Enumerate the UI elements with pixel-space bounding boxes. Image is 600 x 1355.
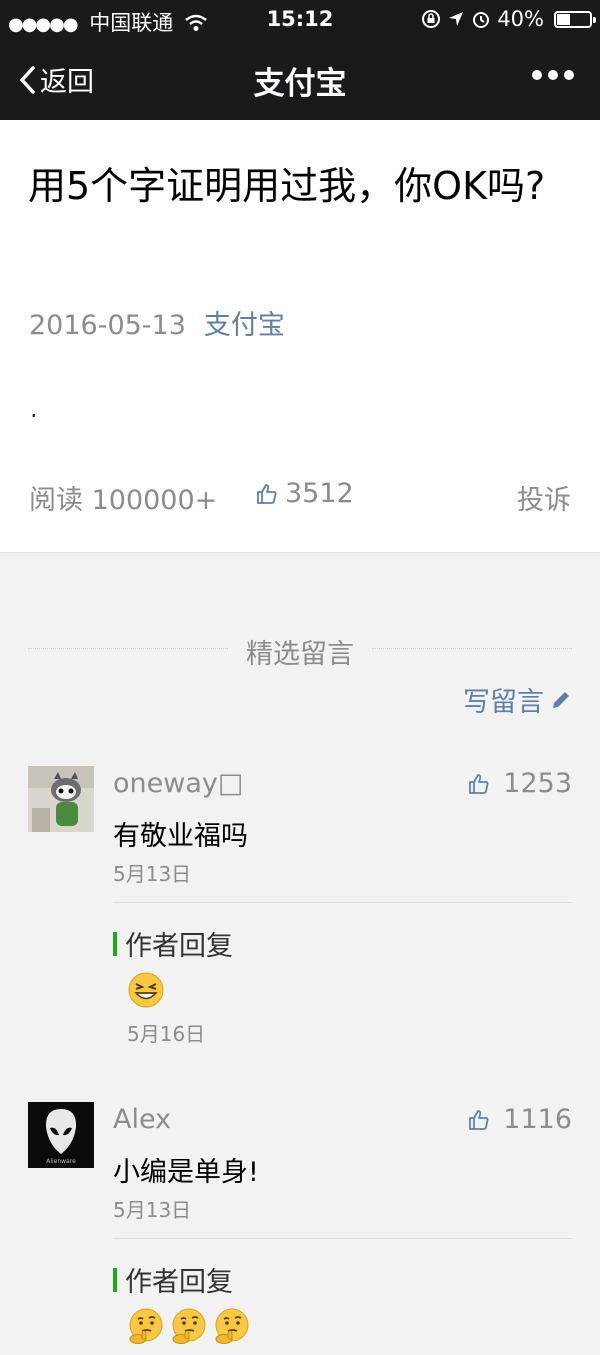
reply-divider [113, 902, 572, 903]
write-comment-button[interactable]: 写留言 [463, 680, 572, 719]
report-link[interactable]: 投诉 [517, 478, 571, 517]
article-meta: 2016-05-13 支付宝 [29, 303, 285, 342]
status-right: 40% [421, 7, 596, 31]
comment-nickname: oneway□ [113, 768, 244, 799]
comment-date: 5月13日 [113, 862, 192, 886]
reply-divider [113, 1238, 572, 1239]
author-reply-label: 作者回复 [113, 924, 233, 963]
article-title: 用5个字证明用过我，你OK吗? [28, 164, 546, 208]
article-like-button[interactable]: 3512 [255, 478, 354, 509]
author-reply-date: 5月16日 [127, 1022, 206, 1046]
article-card: 用5个字证明用过我，你OK吗? 2016-05-13 支付宝 . 阅读 10000… [0, 120, 600, 553]
author-reply-title: 作者回复 [125, 931, 233, 962]
alarm-icon [473, 12, 490, 28]
more-options-icon[interactable] [532, 70, 574, 80]
avatar[interactable] [28, 766, 94, 832]
thinking-face-icon [172, 1308, 206, 1344]
author-reply-content [127, 971, 165, 1009]
article-date: 2016-05-13 [29, 310, 186, 341]
article-stats: 阅读 100000+ 3512 投诉 [29, 478, 571, 517]
thinking-face-icon [215, 1308, 249, 1344]
author-reply-label: 作者回复 [113, 1260, 233, 1299]
navigation-bar: 返回 支付宝 [0, 40, 600, 120]
battery-icon [554, 10, 596, 28]
comments-section-title: 精选留言 [246, 639, 354, 670]
comment-like-button[interactable]: 1116 [467, 1104, 572, 1135]
pencil-icon [553, 691, 569, 708]
page-title: 支付宝 [253, 66, 347, 102]
comment-text: 有敬业福吗 [113, 821, 248, 852]
write-comment-label: 写留言 [463, 687, 544, 718]
article-like-count: 3512 [285, 478, 354, 509]
thumbs-up-icon [257, 483, 277, 504]
author-reply-title: 作者回复 [125, 1267, 233, 1298]
grinning-squint-face-icon [128, 972, 164, 1008]
location-arrow-icon [449, 12, 464, 26]
author-reply-content [127, 1307, 251, 1345]
thumbs-up-icon [469, 1109, 489, 1130]
battery-percent: 40% [497, 7, 544, 31]
article-body: . [30, 395, 38, 423]
comment-nickname: Alex [113, 1104, 172, 1135]
thinking-face-icon [129, 1308, 163, 1344]
read-count: 阅读 100000+ [29, 485, 218, 516]
article-author-link[interactable]: 支付宝 [204, 310, 285, 341]
status-bar: ●●●●● 中国联通 15:12 40% [0, 0, 600, 40]
comment-text: 小编是单身! [113, 1157, 259, 1188]
thumbs-up-icon [469, 773, 489, 794]
comment-like-button[interactable]: 1253 [467, 768, 572, 799]
orientation-lock-icon [422, 10, 441, 28]
comments-section-header: 精选留言 [28, 628, 572, 670]
comment-date: 5月13日 [113, 1198, 192, 1222]
alienware-logo-text: Alienware [46, 1158, 76, 1165]
avatar[interactable]: Alienware [28, 1102, 94, 1168]
comment-like-count: 1253 [503, 768, 572, 799]
comment-like-count: 1116 [503, 1104, 572, 1135]
